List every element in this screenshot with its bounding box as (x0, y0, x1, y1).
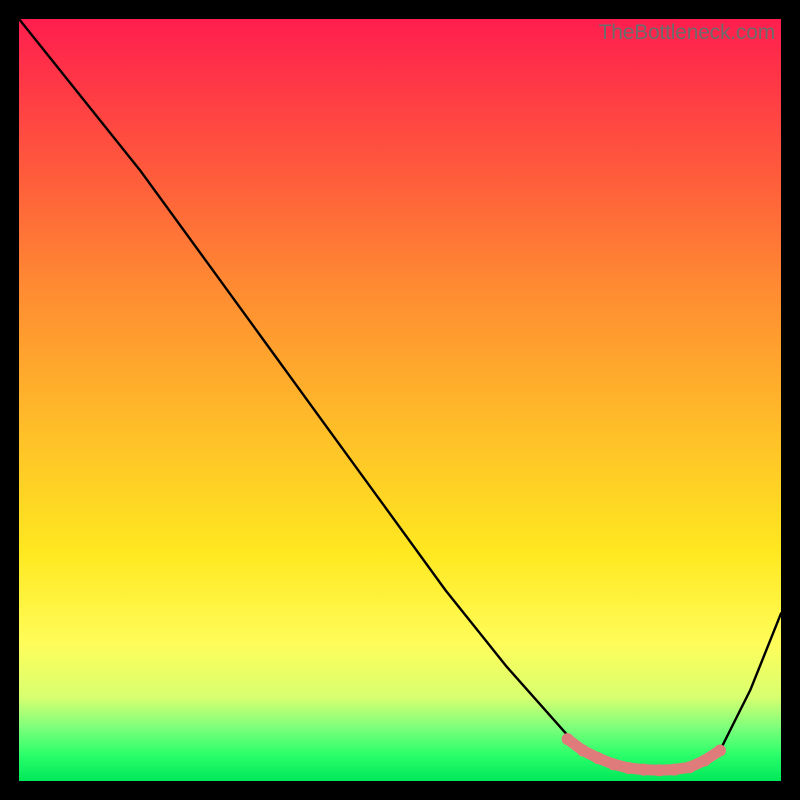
optimal-marker (684, 761, 696, 773)
optimal-range-markers (562, 733, 726, 776)
optimal-marker (592, 752, 604, 764)
chart-svg (19, 19, 781, 781)
optimal-marker (714, 745, 726, 757)
optimal-marker (668, 764, 680, 776)
chart-frame: TheBottleneck.com (19, 19, 781, 781)
optimal-marker (577, 745, 589, 757)
bottleneck-curve-line (19, 19, 781, 771)
optimal-marker (607, 758, 619, 770)
watermark-text: TheBottleneck.com (599, 21, 775, 45)
optimal-marker (699, 754, 711, 766)
optimal-marker (653, 764, 665, 776)
optimal-marker (623, 762, 635, 774)
optimal-marker (638, 764, 650, 776)
optimal-marker (562, 733, 574, 745)
